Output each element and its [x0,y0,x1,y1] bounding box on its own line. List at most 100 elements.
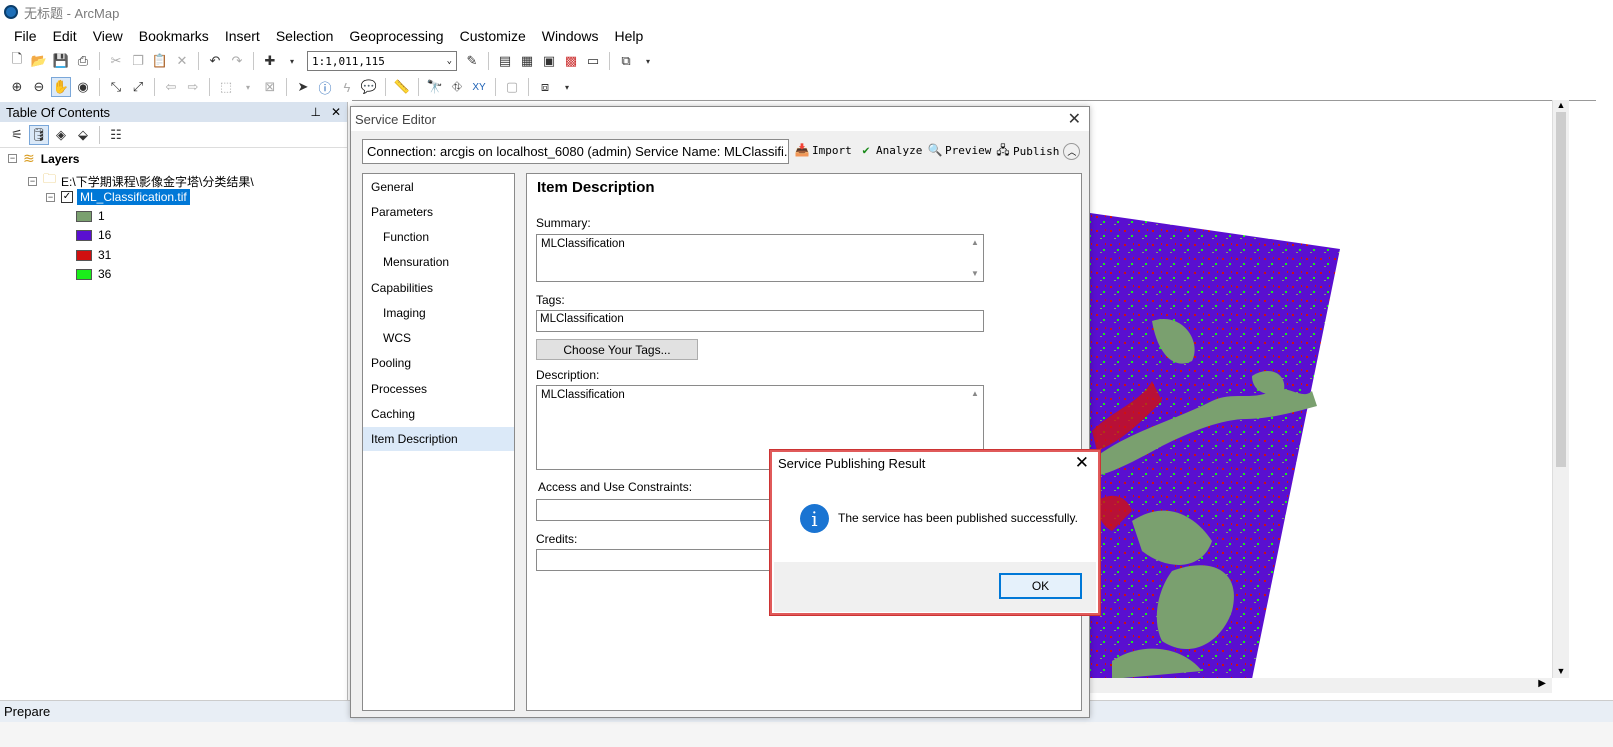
summary-label: Summary: [536,216,591,230]
layer-visibility-checkbox[interactable]: ✓ [61,191,73,203]
time-slider-icon[interactable]: ▢ [502,77,522,97]
redo-icon[interactable]: ↷ [227,51,247,71]
legend-class: 36 [76,267,111,281]
menu-view[interactable]: View [85,28,131,44]
nav-item-description[interactable]: Item Description [363,427,514,451]
menu-file[interactable]: File [6,28,45,44]
dialog-title: Service Publishing Result [778,456,926,471]
python-window-icon[interactable]: ▭ [583,51,603,71]
menu-customize[interactable]: Customize [452,28,534,44]
options-icon[interactable]: ☷ [106,125,126,145]
arctoolbox-icon[interactable]: ▩ [561,51,581,71]
create-viewer-window-icon[interactable]: ⧈ [535,77,555,97]
nav-function[interactable]: Function [363,225,514,249]
pan-icon[interactable]: ✋ [51,77,71,97]
save-icon[interactable]: 💾 [51,51,71,71]
nav-parameters[interactable]: Parameters [363,200,514,224]
nav-mensuration[interactable]: Mensuration [363,250,514,274]
find-route-icon[interactable]: ⛗ [447,77,467,97]
back-extent-icon[interactable]: ⇦ [161,77,181,97]
hyperlink-icon[interactable]: ϟ [337,77,357,97]
nav-pooling[interactable]: Pooling [363,351,514,375]
list-by-drawing-order-icon[interactable]: ⚟ [7,125,27,145]
collapse-up-icon[interactable]: ︿ [1063,143,1081,160]
chevron-right-icon[interactable]: ▶ [1538,678,1546,689]
publish-button[interactable]: 🖧 Publish ︿ [996,143,1081,160]
menu-windows[interactable]: Windows [534,28,607,44]
map-horizontal-scrollbar[interactable]: ▶ [1090,678,1552,693]
find-icon[interactable]: 🔭 [425,77,445,97]
list-by-source-icon[interactable]: 🛢 [29,124,49,145]
nav-capabilities[interactable]: Capabilities [363,276,514,300]
search-window-icon[interactable]: ▣ [539,51,559,71]
tree-layer[interactable]: − ✓ ML_Classification.tif [46,189,190,205]
html-popup-icon[interactable]: 💬 [359,77,379,97]
list-by-selection-icon[interactable]: ⬙ [73,125,93,145]
nav-caching[interactable]: Caching [363,402,514,426]
preview-button[interactable]: 🔍 Preview [928,143,992,157]
scroll-thumb[interactable] [1556,112,1566,467]
zoom-out-icon[interactable]: ⊖ [29,77,49,97]
catalog-window-icon[interactable]: ▦ [517,51,537,71]
identify-icon[interactable]: ⓘ [315,77,335,97]
close-icon[interactable]: ✕ [1068,109,1081,129]
list-by-visibility-icon[interactable]: ◈ [51,125,71,145]
chevron-down-icon[interactable]: ▾ [282,51,302,71]
map-scale-combo[interactable]: 1:1,011,115 ⌄ [307,51,457,71]
nav-wcs[interactable]: WCS [363,326,514,350]
chevron-down-icon[interactable]: ▾ [238,77,258,97]
analyze-button[interactable]: ✔ Analyze [859,143,922,157]
nav-imaging[interactable]: Imaging [363,301,514,325]
forward-extent-icon[interactable]: ⇨ [183,77,203,97]
choose-tags-button[interactable]: Choose Your Tags... [536,339,698,360]
collapse-icon[interactable]: − [8,154,17,163]
measure-icon[interactable]: 📏 [392,77,412,97]
menu-help[interactable]: Help [607,28,652,44]
description-value: MLClassification [541,389,625,401]
toc-window-icon[interactable]: ▤ [495,51,515,71]
full-extent-icon[interactable]: ◉ [73,77,93,97]
close-icon[interactable]: ✕ [1075,453,1089,473]
fixed-zoom-in-icon[interactable]: ⤡ [106,77,126,97]
menu-geoprocessing[interactable]: Geoprocessing [341,28,451,44]
summary-scrollbar[interactable]: ▲ ▼ [967,235,983,281]
pin-icon[interactable]: ⊥ [310,105,320,119]
chevron-up-icon[interactable]: ▲ [1553,100,1569,110]
cut-icon[interactable]: ✂ [106,51,126,71]
menu-edit[interactable]: Edit [45,28,85,44]
summary-textarea[interactable]: MLClassification ▲ ▼ [536,234,984,282]
clear-selection-icon[interactable]: ⊠ [260,77,280,97]
ok-button[interactable]: OK [999,573,1082,599]
chevron-down-icon[interactable]: ▼ [1553,666,1569,676]
nav-processes[interactable]: Processes [363,377,514,401]
editor-toolbar-icon[interactable]: ✎ [462,51,482,71]
collapse-icon[interactable]: − [46,192,55,202]
fixed-zoom-out-icon[interactable]: ⤢ [128,77,148,97]
close-icon[interactable]: ✕ [331,105,341,119]
add-data-icon[interactable]: ✚ [260,51,280,71]
delete-icon[interactable]: ✕ [172,51,192,71]
zoom-in-icon[interactable]: ⊕ [7,77,27,97]
undo-icon[interactable]: ↶ [205,51,225,71]
select-features-icon[interactable]: ⬚ [216,77,236,97]
layer-name[interactable]: ML_Classification.tif [77,189,190,205]
toolbar-options-icon[interactable]: ▾ [557,77,577,97]
new-document-icon[interactable]: 🗋 [7,51,27,71]
menu-selection[interactable]: Selection [268,28,342,44]
map-vertical-scrollbar[interactable]: ▲ ▼ [1552,100,1569,678]
go-to-xy-icon[interactable]: XY [469,77,489,97]
menu-bookmarks[interactable]: Bookmarks [131,28,217,44]
collapse-icon[interactable]: − [28,176,37,186]
nav-general[interactable]: General [363,175,514,199]
modelbuilder-icon[interactable]: ⧉ [616,51,636,71]
import-button[interactable]: 📥 Import [795,143,852,157]
menu-insert[interactable]: Insert [217,28,268,44]
toolbar-options-icon[interactable]: ▾ [638,51,658,71]
copy-icon[interactable]: ❐ [128,51,148,71]
open-icon[interactable]: 📂 [29,51,49,71]
select-elements-icon[interactable]: ➤ [293,77,313,97]
tree-layers[interactable]: − ≋ Layers [8,150,79,167]
paste-icon[interactable]: 📋 [150,51,170,71]
print-icon[interactable]: ⎙ [73,51,93,71]
tags-input[interactable]: MLClassification [536,310,984,332]
